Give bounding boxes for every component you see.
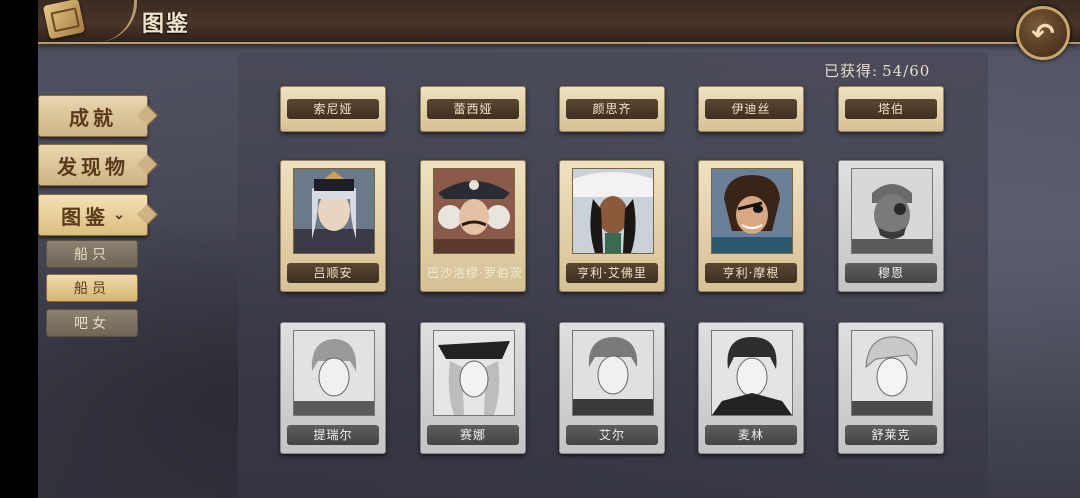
crew-name: 伊迪丝 <box>705 99 797 119</box>
crew-name: 穆恩 <box>845 263 937 283</box>
menu-codex-label: 图鉴 <box>61 204 110 229</box>
crew-name: 亨利·摩根 <box>705 263 797 283</box>
crew-card[interactable]: 蕾西娅 <box>420 86 526 132</box>
collection-count: 已获得: 54/60 <box>824 60 930 81</box>
crew-card[interactable]: 麦林 <box>698 322 804 454</box>
menu-discoveries[interactable]: 发现物 <box>38 144 148 186</box>
menu-achievements[interactable]: 成就 <box>38 95 148 137</box>
crew-card[interactable]: 巴沙洛缪·罗伯茨 <box>420 160 526 292</box>
top-bar: 图鉴 <box>38 0 1080 44</box>
menu-codex[interactable]: 图鉴 ⌄ <box>38 194 148 236</box>
codex-book-icon <box>42 0 86 40</box>
crew-name: 舒莱克 <box>845 425 937 445</box>
crew-name: 艾尔 <box>566 425 658 445</box>
crew-card[interactable]: 索尼娅 <box>280 86 386 132</box>
portrait-image <box>293 330 375 416</box>
crew-name: 索尼娅 <box>287 99 379 119</box>
crew-name: 颜思齐 <box>566 99 658 119</box>
crew-card[interactable]: 吕顺安 <box>280 160 386 292</box>
submenu-ships[interactable]: 船只 <box>46 240 138 268</box>
portrait-image <box>711 168 793 254</box>
collection-count-label: 已获得: <box>824 62 879 80</box>
menu-discoveries-label: 发现物 <box>57 154 129 179</box>
page-title: 图鉴 <box>142 11 191 37</box>
submenu-barmaids[interactable]: 吧女 <box>46 309 138 337</box>
crew-name: 赛娜 <box>427 425 519 445</box>
crew-card[interactable]: 穆恩 <box>838 160 944 292</box>
title-ornament <box>90 0 137 42</box>
submenu-crew[interactable]: 船员 <box>46 274 138 302</box>
submenu-ships-label: 船只 <box>74 247 110 263</box>
back-arrow-icon: ↶ <box>1031 16 1055 50</box>
crew-card[interactable]: 颜思齐 <box>559 86 665 132</box>
crew-card[interactable]: 艾尔 <box>559 322 665 454</box>
codex-screen: 图鉴 ↶ 成就 发现物 图鉴 ⌄ 船只 船员 吧女 已获得: 54/60 索尼娅 … <box>38 0 1080 498</box>
collection-count-value: 54/60 <box>882 62 931 80</box>
portrait-image <box>851 330 933 416</box>
crew-name: 吕顺安 <box>287 263 379 283</box>
crew-card[interactable]: 亨利·艾佛里 <box>559 160 665 292</box>
crew-name: 提瑞尔 <box>287 425 379 445</box>
portrait-image <box>711 330 793 416</box>
crew-name: 巴沙洛缪·罗伯茨 <box>427 266 523 280</box>
portrait-image <box>293 168 375 254</box>
portrait-image <box>572 330 654 416</box>
portrait-image <box>433 168 515 254</box>
crew-name: 蕾西娅 <box>427 99 519 119</box>
crew-card[interactable]: 舒莱克 <box>838 322 944 454</box>
crew-card[interactable]: 伊迪丝 <box>698 86 804 132</box>
crew-card[interactable]: 提瑞尔 <box>280 322 386 454</box>
submenu-barmaids-label: 吧女 <box>74 316 110 332</box>
crew-card[interactable]: 亨利·摩根 <box>698 160 804 292</box>
portrait-image <box>851 168 933 254</box>
menu-achievements-label: 成就 <box>69 105 117 130</box>
crew-card[interactable]: 塔伯 <box>838 86 944 132</box>
crew-name: 麦林 <box>705 425 797 445</box>
crew-name: 亨利·艾佛里 <box>566 263 658 283</box>
back-button[interactable]: ↶ <box>1016 6 1070 60</box>
crew-card[interactable]: 赛娜 <box>420 322 526 454</box>
portrait-image <box>433 330 515 416</box>
portrait-image <box>572 168 654 254</box>
left-letterbox <box>0 0 38 498</box>
submenu-crew-label: 船员 <box>74 281 110 297</box>
chevron-down-icon: ⌄ <box>113 207 125 223</box>
crew-name: 塔伯 <box>845 99 937 119</box>
